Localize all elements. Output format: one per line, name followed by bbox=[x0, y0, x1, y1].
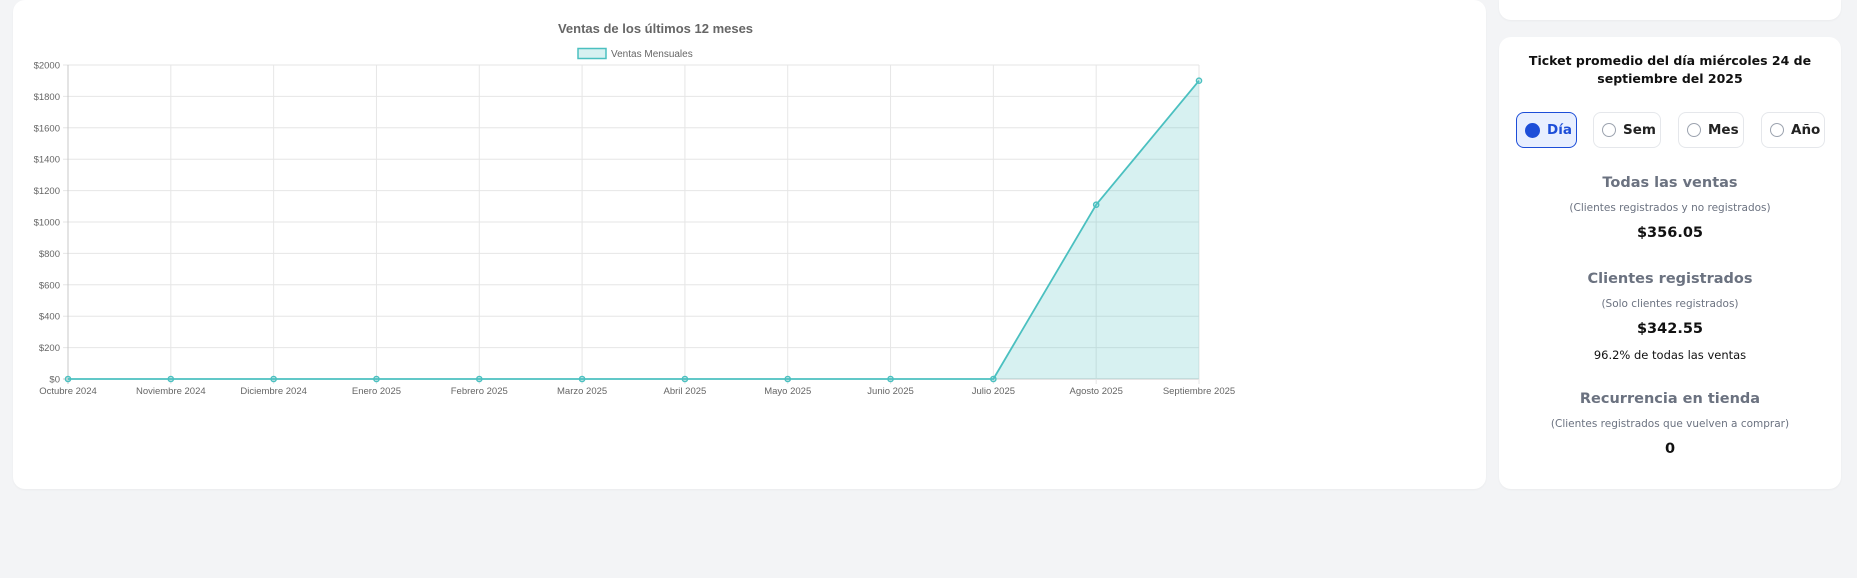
registered-value: $342.55 bbox=[1636, 321, 1704, 337]
series-area bbox=[68, 80, 1199, 379]
average-ticket-card: Ticket promedio del día miércoles 24 de … bbox=[1499, 37, 1841, 489]
x-tick-label: Febrero 2025 bbox=[451, 386, 508, 397]
y-tick-label: $200 bbox=[39, 343, 60, 354]
data-point bbox=[1092, 201, 1100, 209]
all-sales-title: Todas las ventas bbox=[1602, 175, 1738, 191]
y-tick-label: $800 bbox=[39, 249, 60, 260]
y-tick-label: $1800 bbox=[34, 92, 60, 103]
x-tick-label: Junio 2025 bbox=[867, 386, 913, 397]
sales-chart-card: Ventas de los últimos 12 meses Ventas Men… bbox=[13, 0, 1486, 489]
data-point bbox=[1195, 77, 1203, 84]
registered-percent: 96.2% de todas las ventas bbox=[1593, 348, 1747, 362]
registered-title: Clientes registrados bbox=[1587, 271, 1753, 287]
data-point bbox=[681, 375, 689, 383]
period-label: Mes bbox=[1708, 122, 1739, 138]
y-tick-label: $0 bbox=[49, 375, 60, 386]
x-tick-label: Diciembre 2024 bbox=[240, 386, 307, 397]
all-sales-value: $356.05 bbox=[1636, 225, 1704, 241]
y-tick-label: $1600 bbox=[34, 123, 60, 134]
recurrence-value: 0 bbox=[1664, 441, 1676, 457]
radio-icon bbox=[1687, 123, 1701, 137]
data-point bbox=[475, 375, 483, 383]
period-label: Día bbox=[1547, 122, 1572, 138]
period-label: Sem bbox=[1623, 122, 1656, 138]
y-tick-label: $2000 bbox=[34, 61, 60, 72]
ticket-title: Ticket promedio del día miércoles 24 de … bbox=[1528, 53, 1812, 86]
period-year-option[interactable]: Año bbox=[1761, 112, 1825, 148]
radio-icon bbox=[1602, 123, 1616, 137]
data-point bbox=[887, 375, 894, 383]
y-tick-label: $1200 bbox=[34, 186, 60, 197]
chart-title: Ventas de los últimos 12 meses bbox=[558, 21, 753, 36]
y-tick-label: $600 bbox=[39, 280, 60, 291]
data-point bbox=[784, 375, 792, 383]
x-tick-label: Julio 2025 bbox=[972, 386, 1015, 397]
y-tick-label: $1400 bbox=[34, 155, 60, 166]
data-point bbox=[167, 375, 175, 383]
data-point bbox=[64, 375, 72, 383]
x-tick-label: Noviembre 2024 bbox=[136, 386, 206, 397]
data-point bbox=[578, 375, 586, 383]
y-tick-label: $400 bbox=[39, 312, 60, 323]
period-month-option[interactable]: Mes bbox=[1678, 112, 1744, 148]
x-tick-label: Agosto 2025 bbox=[1070, 386, 1123, 397]
radio-icon bbox=[1525, 122, 1540, 138]
registered-subtitle: (Solo clientes registrados) bbox=[1601, 298, 1739, 310]
x-tick-label: Enero 2025 bbox=[352, 386, 401, 397]
legend-label: Ventas Mensuales bbox=[611, 49, 693, 60]
y-tick-label: $1000 bbox=[34, 218, 60, 229]
radio-icon bbox=[1770, 123, 1784, 137]
x-tick-label: Abril 2025 bbox=[664, 386, 707, 397]
period-label: Año bbox=[1791, 122, 1821, 138]
x-tick-label: Octubre 2024 bbox=[39, 386, 97, 397]
sales-chart: Ventas de los últimos 12 meses Ventas Men… bbox=[34, 21, 1236, 397]
period-week-option[interactable]: Sem bbox=[1593, 112, 1661, 148]
legend-swatch bbox=[577, 47, 607, 60]
period-day-option[interactable]: Día bbox=[1516, 112, 1577, 148]
all-sales-subtitle: (Clientes registrados y no registrados) bbox=[1569, 202, 1771, 214]
x-tick-label: Mayo 2025 bbox=[764, 386, 811, 397]
x-tick-label: Marzo 2025 bbox=[557, 386, 607, 397]
recurrence-title: Recurrencia en tienda bbox=[1579, 391, 1761, 407]
data-point bbox=[270, 375, 277, 383]
data-point bbox=[990, 375, 997, 383]
x-tick-label: Septiembre 2025 bbox=[1163, 386, 1235, 397]
recurrence-subtitle: (Clientes registrados que vuelven a comp… bbox=[1550, 418, 1790, 430]
data-point bbox=[373, 375, 380, 383]
top-card bbox=[1499, 0, 1841, 20]
